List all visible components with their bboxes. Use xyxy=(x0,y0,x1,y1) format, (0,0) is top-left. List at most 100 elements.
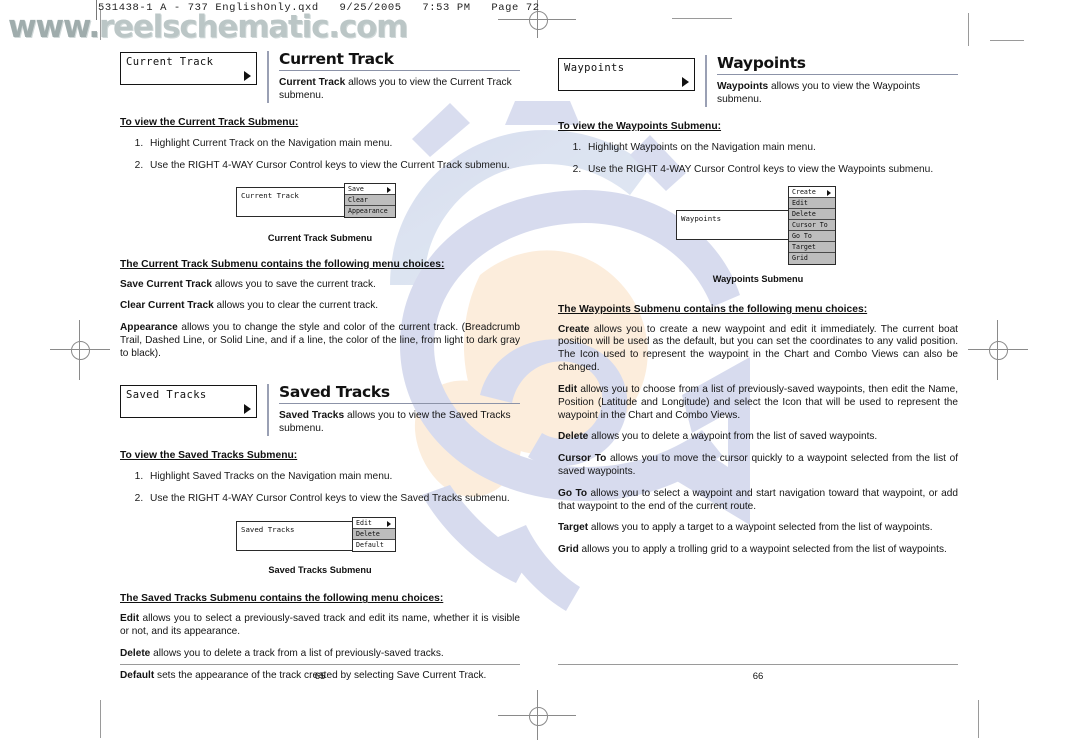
section-waypoints: Waypoints Waypoints Waypoints allows you… xyxy=(558,55,958,557)
footer-rule xyxy=(558,664,958,665)
lcd-menu-box: Saved Tracks xyxy=(236,521,368,552)
page-right: Waypoints Waypoints Waypoints allows you… xyxy=(558,55,958,557)
site-watermark: www.reelschematic.com xyxy=(8,9,408,45)
trim-line-top-right xyxy=(968,13,969,46)
submenu-item-label: Go To xyxy=(792,231,812,240)
submenu-item[interactable]: Go To xyxy=(789,230,835,242)
submenu-item[interactable]: Appearance xyxy=(345,205,395,217)
submenu-item-label: Target xyxy=(792,242,816,251)
definition-item: Clear Current Track allows you to clear … xyxy=(120,300,520,313)
chevron-right-icon xyxy=(682,77,689,87)
heading-waypoints: Waypoints Waypoints allows you to view t… xyxy=(705,55,958,107)
submenu-item[interactable]: Save xyxy=(345,184,395,195)
submenu-item-label: Delete xyxy=(356,530,380,539)
definition-item: Save Current Track allows you to save th… xyxy=(120,279,520,292)
submenu-item-label: Edit xyxy=(792,198,808,207)
list-item: Use the RIGHT 4-WAY Cursor Control keys … xyxy=(146,492,520,505)
definition-item: Create allows you to create a new waypoi… xyxy=(558,324,958,375)
chevron-right-icon xyxy=(244,71,251,81)
definition-term: Delete xyxy=(120,648,151,660)
lede-term: Waypoints xyxy=(717,81,769,93)
submenu-item[interactable]: Cursor To xyxy=(789,219,835,231)
definition-text: allows you to apply a trolling grid to a… xyxy=(578,544,947,556)
page-title: Current Track xyxy=(279,50,394,68)
footer-left: 65 xyxy=(120,664,520,682)
submenu-item[interactable]: Edit xyxy=(353,518,395,530)
menu-chip-current-track[interactable]: Current Track xyxy=(120,52,257,85)
submenu-item[interactable]: Delete xyxy=(789,208,835,220)
list-item: Use the RIGHT 4-WAY Cursor Control keys … xyxy=(584,163,958,176)
section-saved-tracks: Saved Tracks Saved Tracks Saved Tracks a… xyxy=(120,382,520,683)
submenu-item-label: Cursor To xyxy=(792,220,828,229)
definitions-heading: The Waypoints Submenu contains the follo… xyxy=(558,303,868,315)
submenu-panel: Edit Delete Default xyxy=(352,517,396,553)
definition-term: Appearance xyxy=(120,322,178,334)
definition-term: Save Current Track xyxy=(120,278,213,290)
definition-text: allows you to apply a target to a waypoi… xyxy=(588,522,933,534)
menu-chip-label: Waypoints xyxy=(564,62,625,74)
submenu-panel: Create Edit Delete Cursor To Go To Targe… xyxy=(788,185,836,265)
submenu-item-label: Appearance xyxy=(348,206,388,215)
submenu-item[interactable]: Create xyxy=(789,187,835,198)
subheading-view-submenu: To view the Current Track Submenu: xyxy=(120,116,299,128)
definition-term: Delete xyxy=(558,431,589,443)
subheading-view-submenu: To view the Saved Tracks Submenu: xyxy=(120,449,298,461)
section-lede: Saved Tracks allows you to view the Save… xyxy=(279,410,520,436)
definition-term: Go To xyxy=(558,487,588,499)
submenu-item-label: Default xyxy=(356,541,384,550)
submenu-item-label: Edit xyxy=(356,519,372,528)
section-current-track: Current Track Current Track Current Trac… xyxy=(120,50,520,361)
list-item: Highlight Waypoints on the Navigation ma… xyxy=(584,141,958,154)
trim-line-bottom-left xyxy=(100,700,101,738)
title-rule xyxy=(279,70,520,72)
list-item: Use the RIGHT 4-WAY Cursor Control keys … xyxy=(146,159,520,172)
definition-text: allows you to delete a track from a list… xyxy=(150,648,444,660)
title-rule xyxy=(279,403,520,404)
definition-text: allows you to clear the current track. xyxy=(213,300,379,312)
chevron-right-icon xyxy=(387,186,391,193)
figure-saved-tracks-submenu: Saved Tracks Edit Delete Default Saved T… xyxy=(120,517,520,575)
menu-chip-waypoints[interactable]: Waypoints xyxy=(558,58,695,91)
page-left: Current Track Current Track Current Trac… xyxy=(120,50,520,683)
site-watermark-prefix: www. xyxy=(8,9,100,45)
submenu-item[interactable]: Clear xyxy=(345,194,395,206)
definition-item: Delete allows you to delete a waypoint f… xyxy=(558,431,958,444)
submenu-item-label: Delete xyxy=(792,209,816,218)
submenu-item[interactable]: Target xyxy=(789,241,835,253)
registration-mark-left xyxy=(40,310,120,390)
submenu-item[interactable]: Grid xyxy=(789,252,835,264)
submenu-item[interactable]: Default xyxy=(353,540,395,551)
figure-waypoints-submenu: Waypoints Create Edit Delete Cursor To G… xyxy=(558,185,958,284)
definition-text: allows you to select a previously-saved … xyxy=(120,613,520,638)
list-item: Highlight Current Track on the Navigatio… xyxy=(146,137,520,150)
submenu-item-label: Grid xyxy=(792,253,808,262)
chevron-right-icon xyxy=(827,189,831,196)
registration-mark-right xyxy=(958,310,1038,390)
definition-text: allows you to change the style and color… xyxy=(120,322,520,359)
definition-item: Grid allows you to apply a trolling grid… xyxy=(558,544,958,557)
definition-item: Go To allows you to select a waypoint an… xyxy=(558,488,958,514)
definition-text: allows you to move the cursor quickly to… xyxy=(558,453,959,477)
definition-text: allows you to save the current track. xyxy=(212,278,376,290)
definition-item: Target allows you to apply a target to a… xyxy=(558,522,958,535)
definitions-heading: The Saved Tracks Submenu contains the fo… xyxy=(120,593,444,605)
registration-mark-bottom xyxy=(498,690,578,744)
definition-term: Target xyxy=(558,522,589,534)
site-watermark-domain: reelschematic.com xyxy=(98,9,408,45)
page-title: Saved Tracks xyxy=(279,382,390,401)
heading-saved-tracks: Saved Tracks Saved Tracks allows you to … xyxy=(267,382,520,436)
submenu-item[interactable]: Edit xyxy=(789,197,835,209)
definition-term: Edit xyxy=(558,383,578,395)
definitions-heading: The Current Track Submenu contains the f… xyxy=(120,258,445,270)
definition-text: allows you to create a new waypoint and … xyxy=(558,323,958,374)
definition-text: allows you to choose from a list of prev… xyxy=(558,383,958,421)
definition-item: Appearance allows you to change the styl… xyxy=(120,322,520,360)
lcd-menu-label: Waypoints xyxy=(681,213,722,223)
section-lede: Waypoints allows you to view the Waypoin… xyxy=(717,81,958,107)
figure-caption: Waypoints Submenu xyxy=(712,273,804,284)
definition-item: Cursor To allows you to move the cursor … xyxy=(558,453,958,479)
submenu-item[interactable]: Delete xyxy=(353,529,395,541)
menu-chip-saved-tracks[interactable]: Saved Tracks xyxy=(120,384,257,418)
list-item: Highlight Saved Tracks on the Navigation… xyxy=(146,470,520,483)
definition-term: Grid xyxy=(558,544,579,556)
